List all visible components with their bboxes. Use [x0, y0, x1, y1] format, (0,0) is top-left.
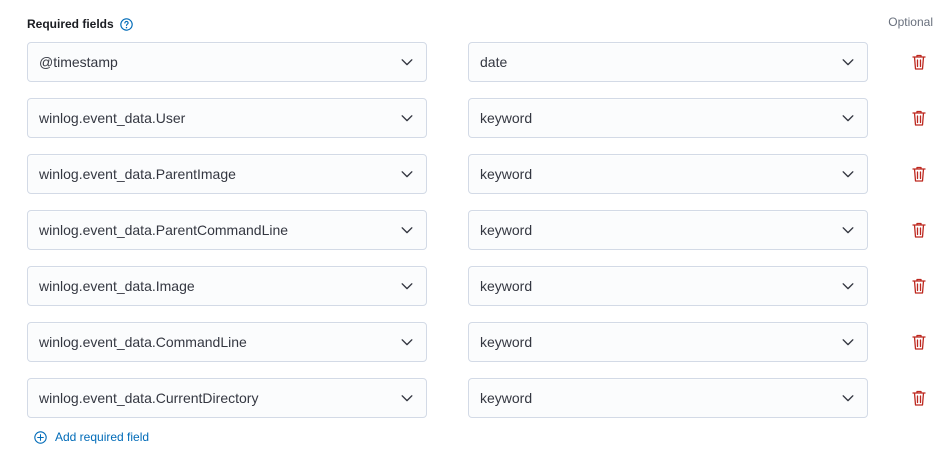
trash-icon[interactable] — [911, 389, 927, 407]
field-row: winlog.event_data.CurrentDirectory keywor… — [0, 378, 943, 418]
trash-icon[interactable] — [911, 53, 927, 71]
chevron-down-icon — [842, 227, 854, 234]
chevron-down-icon — [842, 115, 854, 122]
trash-icon[interactable] — [911, 109, 927, 127]
field-name-select[interactable]: winlog.event_data.CurrentDirectory — [27, 378, 427, 418]
field-type-select[interactable]: keyword — [468, 154, 868, 194]
chevron-down-icon — [401, 395, 413, 402]
field-name-select[interactable]: winlog.event_data.Image — [27, 266, 427, 306]
field-type-value: keyword — [480, 278, 533, 294]
field-type-select[interactable]: keyword — [468, 378, 868, 418]
field-name-select[interactable]: winlog.event_data.User — [27, 98, 427, 138]
chevron-down-icon — [401, 227, 413, 234]
trash-icon[interactable] — [911, 277, 927, 295]
field-row: winlog.event_data.User keyword — [0, 98, 943, 138]
field-name-select[interactable]: winlog.event_data.CommandLine — [27, 322, 427, 362]
chevron-down-icon — [842, 171, 854, 178]
field-name-select[interactable]: @timestamp — [27, 42, 427, 82]
field-name-value: winlog.event_data.CurrentDirectory — [39, 390, 259, 406]
field-type-value: keyword — [480, 166, 533, 182]
field-row: winlog.event_data.Image keyword — [0, 266, 943, 306]
chevron-down-icon — [401, 115, 413, 122]
chevron-down-icon — [401, 59, 413, 66]
optional-label: Optional — [888, 15, 933, 29]
field-type-select[interactable]: keyword — [468, 210, 868, 250]
field-type-select[interactable]: date — [468, 42, 868, 82]
field-row: winlog.event_data.CommandLine keyword — [0, 322, 943, 362]
chevron-down-icon — [401, 283, 413, 290]
field-name-select[interactable]: winlog.event_data.ParentImage — [27, 154, 427, 194]
chevron-down-icon — [401, 339, 413, 346]
add-required-field-button[interactable]: Add required field — [34, 430, 149, 444]
help-icon[interactable] — [119, 17, 133, 31]
field-type-select[interactable]: keyword — [468, 266, 868, 306]
chevron-down-icon — [401, 171, 413, 178]
field-name-value: winlog.event_data.Image — [39, 278, 195, 294]
field-type-value: keyword — [480, 222, 533, 238]
chevron-down-icon — [842, 339, 854, 346]
field-type-value: keyword — [480, 334, 533, 350]
field-row: @timestamp date — [0, 42, 943, 82]
field-row: winlog.event_data.ParentCommandLine keywo… — [0, 210, 943, 250]
field-name-value: winlog.event_data.ParentImage — [39, 166, 236, 182]
field-type-select[interactable]: keyword — [468, 98, 868, 138]
field-name-value: @timestamp — [39, 54, 118, 70]
required-fields-title: Required fields — [27, 17, 133, 31]
add-required-field-label: Add required field — [55, 430, 150, 444]
field-name-value: winlog.event_data.User — [39, 110, 186, 126]
field-type-value: keyword — [480, 390, 533, 406]
trash-icon[interactable] — [911, 221, 927, 239]
trash-icon[interactable] — [911, 165, 927, 183]
field-name-value: winlog.event_data.CommandLine — [39, 334, 247, 350]
field-name-select[interactable]: winlog.event_data.ParentCommandLine — [27, 210, 427, 250]
chevron-down-icon — [842, 395, 854, 402]
chevron-down-icon — [842, 59, 854, 66]
field-row: winlog.event_data.ParentImage keyword — [0, 154, 943, 194]
field-name-value: winlog.event_data.ParentCommandLine — [39, 222, 289, 238]
chevron-down-icon — [842, 283, 854, 290]
trash-icon[interactable] — [911, 333, 927, 351]
field-type-value: keyword — [480, 110, 533, 126]
field-type-value: date — [480, 54, 508, 70]
required-fields-label: Required fields — [27, 17, 114, 31]
plus-in-circle-icon — [34, 430, 47, 444]
field-type-select[interactable]: keyword — [468, 322, 868, 362]
